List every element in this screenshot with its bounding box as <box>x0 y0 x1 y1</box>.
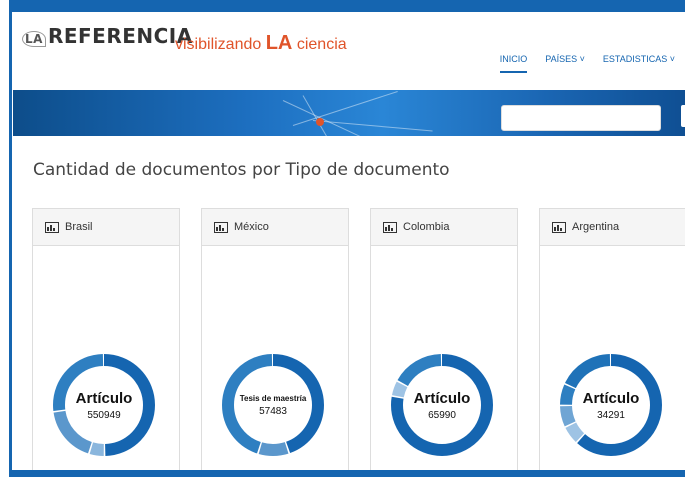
bar-chart-icon <box>383 221 397 233</box>
logo-mark: LA REFERENCIA <box>22 24 193 48</box>
left-frame-bar <box>0 0 12 477</box>
nav-item-paises[interactable]: PAÍSES ˅ <box>545 54 585 73</box>
top-frame-bar <box>10 0 685 12</box>
country-panel: Argentina Artículo 34291 <box>539 208 685 471</box>
country-panel: México Tesis de maestría 57483 <box>201 208 349 471</box>
main-nav: INICIO PAÍSES ˅ ESTADISTICAS ˅ <box>499 54 675 73</box>
panel-country-name: Argentina <box>572 221 620 233</box>
panel-header: Colombia <box>371 209 517 246</box>
panel-header: Brasil <box>33 209 179 246</box>
donut-center-value: 34291 <box>597 409 625 421</box>
tagline-pre: visibilizando <box>175 36 266 53</box>
header-banner <box>13 90 685 136</box>
donut-center: Artículo 65990 <box>386 349 498 461</box>
donut-center: Tesis de maestría 57483 <box>217 349 329 461</box>
logo-text: REFERENCIA <box>47 24 193 48</box>
banner-ray <box>292 91 398 126</box>
bottom-frame-bar <box>10 470 685 477</box>
nav-item-inicio[interactable]: INICIO <box>499 54 528 73</box>
bar-chart-icon <box>214 221 228 233</box>
tagline-bold: LA <box>265 32 293 54</box>
panel-country-name: México <box>234 221 269 233</box>
donut-center-label: Artículo <box>75 389 133 407</box>
donut-center-value: 550949 <box>87 409 121 421</box>
donut-center-label: Artículo <box>413 389 471 407</box>
bar-chart-icon <box>45 221 59 233</box>
country-panel: Brasil Artículo 550949 <box>32 208 180 471</box>
bar-chart-icon <box>552 221 566 233</box>
search-input[interactable] <box>501 105 661 131</box>
donut-center-label: Artículo <box>582 389 640 407</box>
nav-item-estadisticas[interactable]: ESTADISTICAS ˅ <box>603 54 675 73</box>
page-title: Cantidad de documentos por Tipo de docum… <box>33 160 450 180</box>
tagline-post: ciencia <box>292 36 347 53</box>
donut-center: Artículo 34291 <box>555 349 667 461</box>
site-logo[interactable]: LA REFERENCIA <box>22 24 193 48</box>
donut-center-label: Tesis de maestría <box>239 393 307 403</box>
tagline: visibilizando LA ciencia <box>175 32 347 55</box>
panel-country-name: Brasil <box>65 221 93 233</box>
banner-ray <box>312 120 433 132</box>
panel-header: México <box>202 209 348 246</box>
banner-dot <box>316 118 324 126</box>
country-panel: Colombia Artículo 65990 <box>370 208 518 471</box>
panel-country-name: Colombia <box>403 221 450 233</box>
panel-header: Argentina <box>540 209 685 246</box>
donut-center-value: 57483 <box>259 405 287 417</box>
logo-prefix: LA <box>22 31 46 47</box>
search-button[interactable] <box>681 105 685 127</box>
donut-center: Artículo 550949 <box>48 349 160 461</box>
donut-center-value: 65990 <box>428 409 456 421</box>
